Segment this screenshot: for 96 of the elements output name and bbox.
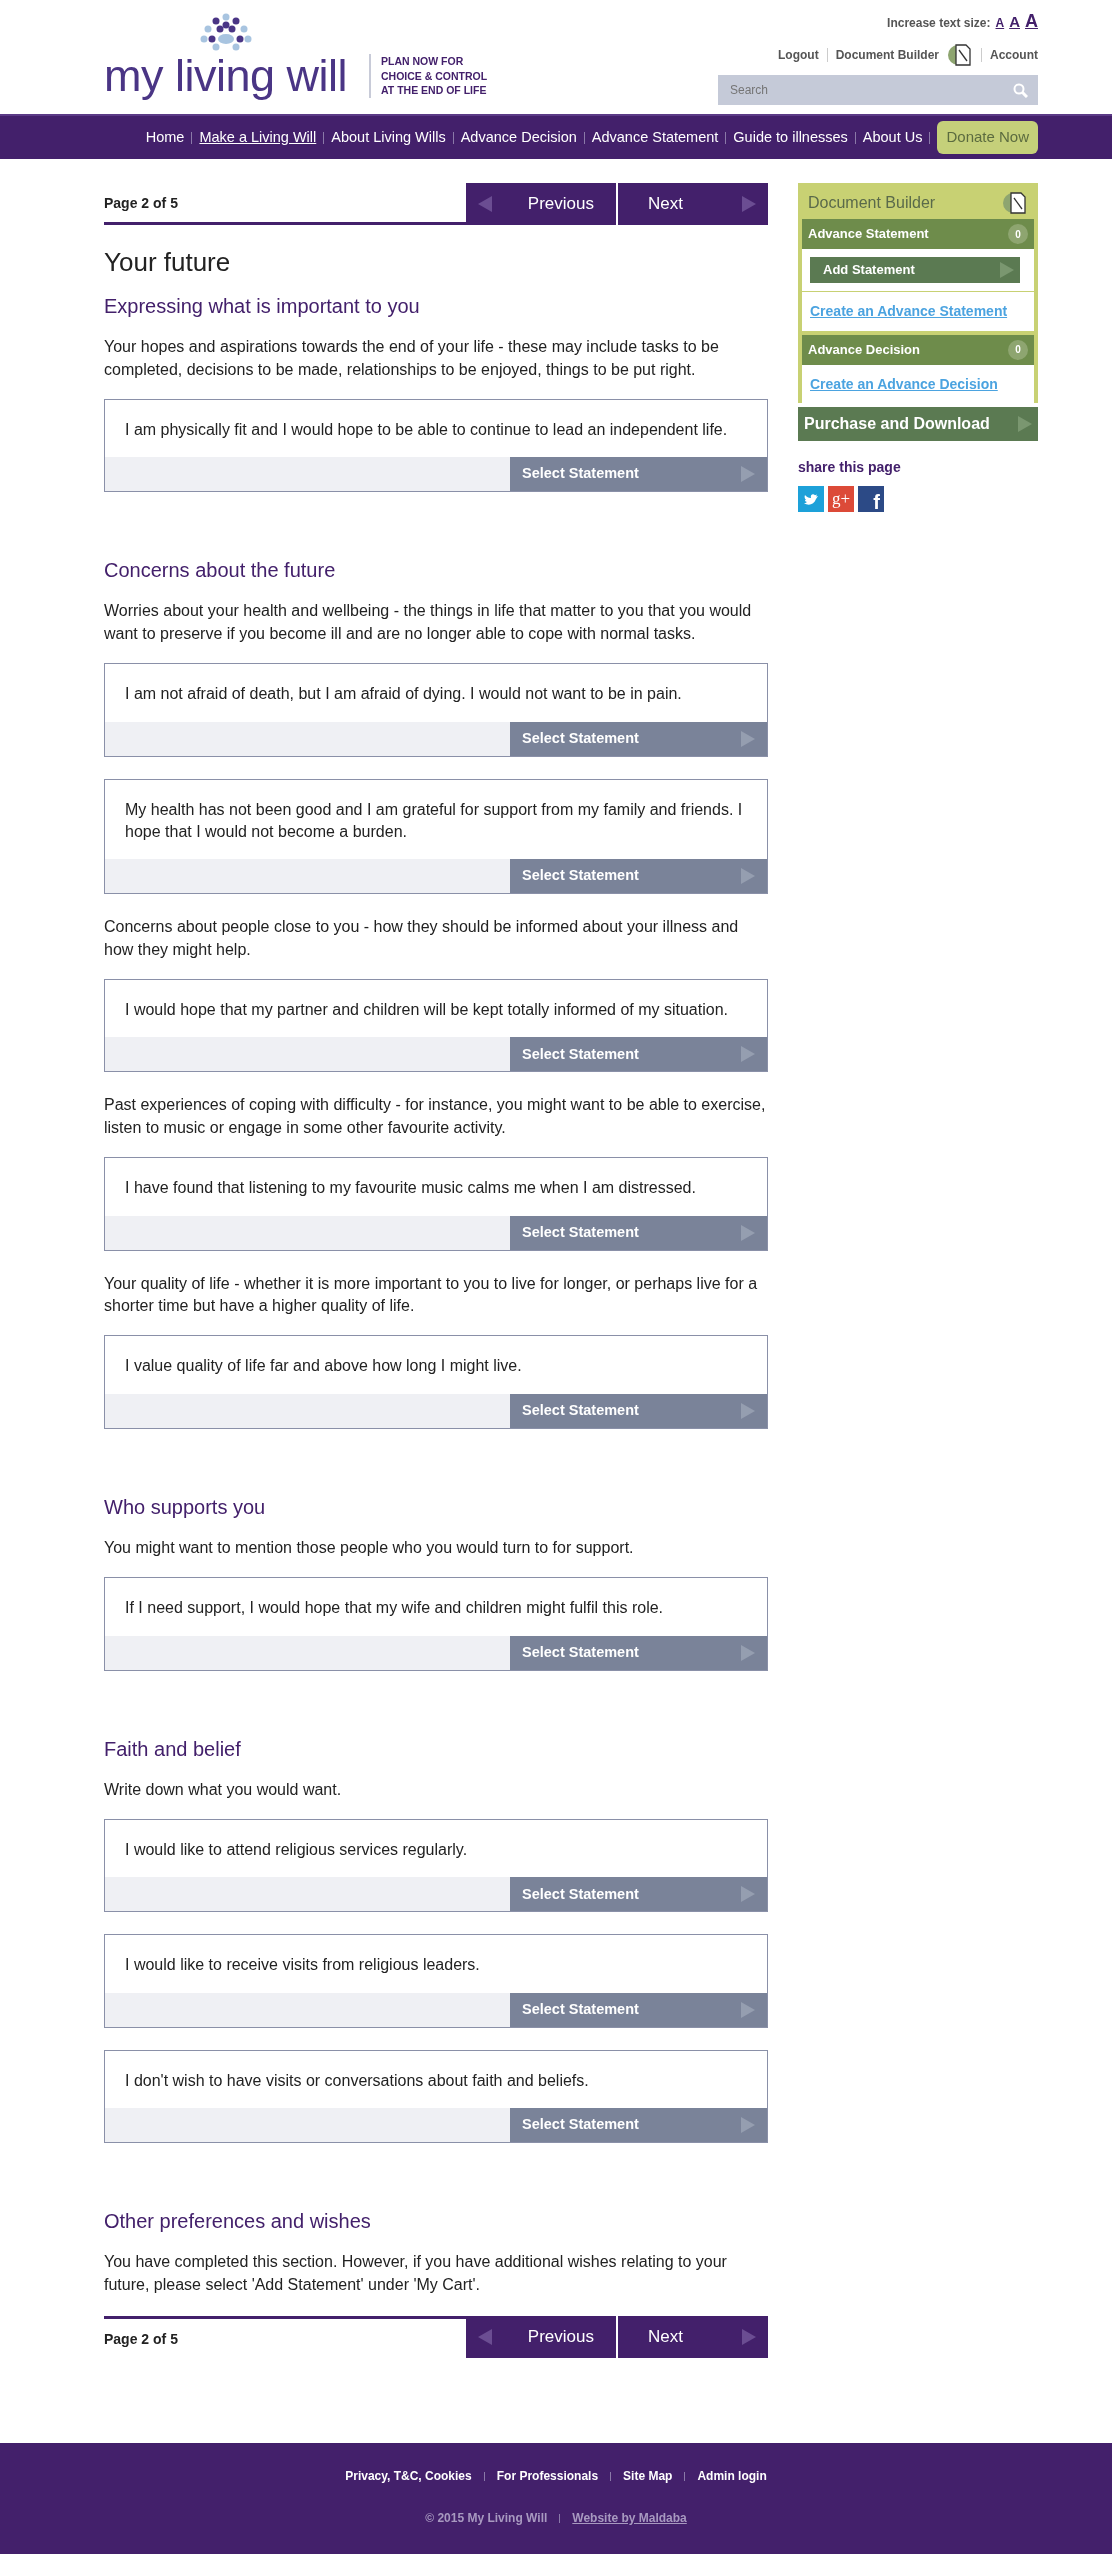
previous-button[interactable]: Previous (466, 2315, 616, 2358)
add-statement-button[interactable]: Add Statement (810, 257, 1020, 283)
footer-link[interactable]: Privacy, T&C, Cookies (345, 2467, 472, 2485)
select-statement-button[interactable]: Select Statement (510, 721, 767, 756)
select-statement-button[interactable]: Select Statement (510, 1393, 767, 1428)
logo[interactable]: my living will (104, 53, 348, 98)
description: Your quality of life - whether it is more important to you to live for longer, or perhaps live for a shorter time but have a higher quality of life. (104, 1273, 759, 1317)
statement-text: I value quality of life far and above how long I might live. (124, 1356, 523, 1377)
twitter-button[interactable] (798, 486, 824, 512)
count-badge: 0 (1008, 224, 1028, 244)
section-heading: Expressing what is important to you (104, 294, 421, 319)
description: You have completed this section. However, if you have additional wishes relating to your future, please select 'Add Statement' under 'My Cart'. (104, 2252, 728, 2295)
nav-link[interactable]: Make a Living Will (199, 126, 317, 149)
select-statement-button[interactable]: Select Statement (510, 1992, 767, 2027)
right-triangle-icon (741, 730, 755, 747)
bird-icon (802, 491, 820, 507)
nav-link[interactable]: Home (145, 126, 185, 149)
page-indicator: Page 2 of 5 (104, 2330, 178, 2347)
select-statement-button[interactable]: Select Statement (510, 1037, 767, 1072)
description: Your hopes and aspirations towards the end of your life - these may include tasks to be completed, decisions to be made, relationships to be enjoyed, things to be put right. (104, 337, 720, 380)
select-statement-button[interactable]: Select Statement (510, 859, 767, 894)
select-statement-button[interactable]: Select Statement (510, 1215, 767, 1250)
right-triangle-icon (741, 868, 755, 885)
nav-link[interactable]: Advance Statement (591, 126, 719, 149)
share-heading: share this page (798, 458, 902, 477)
sidebar-title: Document Builder (808, 193, 936, 213)
section-heading: Faith and belief (104, 1736, 242, 1761)
search-icon (1013, 82, 1028, 98)
donate-button[interactable]: Donate Now (937, 121, 1038, 154)
search-field[interactable]: Search (728, 80, 1013, 100)
text-size-option[interactable]: A (1025, 8, 1038, 35)
right-triangle-icon (742, 196, 756, 212)
nav-link[interactable]: Advance Decision (460, 126, 577, 149)
group-heading: Advance Statement (808, 225, 929, 244)
section-heading: Other preferences and wishes (104, 2209, 372, 2234)
nav-link[interactable]: Guide to illnesses (733, 126, 848, 149)
right-triangle-icon (741, 2001, 755, 2018)
description: Past experiences of coping with difficulty - for instance, you might want to be able to exercise, listen to music or engage in some other favourite activity. (104, 1095, 767, 1138)
statement-text: My health has not been good and I am grateful for support from my family and friends. I hope that I would not become a burden. (124, 799, 744, 842)
right-triangle-icon (741, 1402, 755, 1419)
top-link[interactable]: Logout (778, 46, 819, 64)
left-triangle-icon (478, 2328, 492, 2345)
select-statement-button[interactable]: Select Statement (510, 1635, 767, 1670)
google-plus-button[interactable]: g+ (828, 486, 854, 512)
right-triangle-icon (741, 1224, 755, 1241)
right-triangle-icon (1000, 262, 1014, 278)
next-button[interactable]: Next (618, 183, 768, 225)
statement-text: I don't wish to have visits or conversations about faith and beliefs. (124, 2070, 590, 2091)
select-statement-button[interactable]: Select Statement (510, 1877, 767, 1912)
top-link[interactable]: Document Builder (835, 46, 939, 64)
previous-button[interactable]: Previous (466, 183, 616, 225)
description: Write down what you would want. (104, 1779, 343, 1800)
search-box[interactable]: Search (718, 75, 1038, 105)
document-icon (947, 43, 973, 67)
purchase-button[interactable]: Purchase and Download (798, 407, 1038, 441)
left-triangle-icon (478, 196, 492, 212)
facebook-button[interactable]: f (858, 486, 884, 512)
text-size-label: Increase text size: (887, 15, 991, 32)
right-triangle-icon (741, 2117, 755, 2134)
statement-text: I would like to attend religious services regularly. (124, 1840, 469, 1860)
top-link[interactable]: Account (990, 46, 1038, 64)
nav-link[interactable]: About Living Wills (331, 126, 446, 149)
text-size-option[interactable]: A (1009, 11, 1020, 34)
right-triangle-icon (741, 1886, 755, 1903)
right-triangle-icon (741, 466, 755, 483)
page-indicator: Page 2 of 5 (104, 195, 178, 211)
credit-link[interactable]: Website by Maldaba (572, 2509, 687, 2527)
select-statement-button[interactable]: Select Statement (510, 2108, 767, 2143)
page-title: Your future (104, 247, 232, 279)
nav-link[interactable]: About Us (862, 126, 923, 149)
count-badge: 0 (1008, 339, 1028, 360)
copyright: © 2015 My Living Will (425, 2510, 548, 2527)
group-heading: Advance Decision (808, 340, 920, 359)
description: Concerns about people close to you - how they should be informed about your illness and how they might help. (104, 917, 740, 960)
statement-text: I would like to receive visits from religious leaders. (124, 1955, 481, 1976)
statement-text: I am physically fit and I would hope to be able to continue to lead an independent life. (124, 419, 729, 440)
statement-text: If I need support, I would hope that my wife and children might fulfil this role. (124, 1598, 665, 1619)
statement-text: I am not afraid of death, but I am afraid of dying. I would not want to be in pain. (124, 684, 683, 705)
next-button[interactable]: Next (618, 2315, 768, 2358)
description: Worries about your health and wellbeing - the things in life that matter to you that you would want to preserve if you become ill and are no longer able to cope with normal tasks. (104, 601, 753, 644)
right-triangle-icon (742, 2328, 756, 2345)
footer-link[interactable]: Site Map (623, 2467, 673, 2485)
footer-link[interactable]: For Professionals (496, 2467, 599, 2485)
footer-link[interactable]: Admin login (697, 2467, 767, 2485)
select-statement-button[interactable]: Select Statement (510, 457, 767, 492)
section-heading: Who supports you (104, 1494, 267, 1519)
section-heading: Concerns about the future (104, 558, 337, 583)
description: You might want to mention those people who you would turn to for support. (104, 1537, 635, 1558)
text-size-option[interactable]: A (995, 14, 1005, 32)
tagline: PLAN NOW FOR CHOICE & CONTROL AT THE END OF LIFE (369, 53, 500, 98)
statement-text: I would hope that my partner and children will be kept totally informed of my situation. (124, 1000, 729, 1021)
right-triangle-icon (1018, 416, 1032, 432)
document-icon (1002, 191, 1028, 215)
right-triangle-icon (741, 1644, 755, 1661)
statement-text: I have found that listening to my favourite music calms me when I am distressed. (124, 1178, 697, 1199)
right-triangle-icon (741, 1046, 755, 1063)
